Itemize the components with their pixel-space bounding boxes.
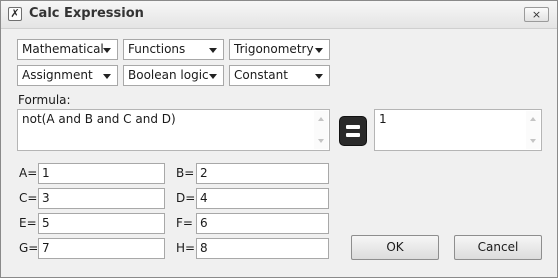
chevron-down-icon [103, 74, 111, 79]
dropdown-label: Boolean logic [128, 68, 209, 82]
assignment-dropdown[interactable]: Assignment [17, 65, 118, 86]
result-scrollbar[interactable] [526, 111, 540, 149]
result-text: 1 [379, 112, 387, 126]
chevron-down-icon [209, 48, 217, 53]
calc-expression-dialog: ✗ Calc Expression × Mathematical Functio… [0, 0, 558, 278]
result-output[interactable]: 1 [374, 109, 542, 151]
scroll-down-icon[interactable] [530, 139, 536, 143]
functions-dropdown[interactable]: Functions [123, 39, 224, 60]
scroll-up-icon[interactable] [318, 117, 324, 121]
dropdown-label: Mathematical [22, 42, 104, 56]
variable-h-label: H= [176, 241, 196, 255]
app-icon: ✗ [8, 7, 22, 21]
mathematical-dropdown[interactable]: Mathematical [17, 39, 118, 60]
close-icon: × [531, 8, 542, 21]
variable-d-label: D= [176, 191, 196, 205]
variable-a-label: A= [19, 166, 38, 180]
chevron-down-icon [315, 74, 323, 79]
scroll-down-icon[interactable] [318, 139, 324, 143]
dropdown-label: Assignment [22, 68, 93, 82]
constant-dropdown[interactable]: Constant [229, 65, 330, 86]
variable-c-label: C= [19, 191, 38, 205]
cancel-button[interactable]: Cancel [454, 235, 542, 260]
variable-f-input[interactable]: 6 [196, 213, 329, 234]
variable-d-input[interactable]: 4 [196, 188, 329, 209]
dropdown-label: Functions [128, 42, 186, 56]
formula-label: Formula: [18, 93, 71, 107]
close-button[interactable]: × [524, 7, 549, 22]
formula-scrollbar[interactable] [314, 111, 328, 149]
chevron-down-icon [103, 48, 111, 53]
evaluate-button[interactable] [339, 116, 367, 146]
ok-button[interactable]: OK [351, 235, 439, 260]
variable-f-label: F= [176, 216, 193, 230]
chevron-down-icon [209, 74, 217, 79]
chevron-down-icon [315, 48, 323, 53]
title-bar: ✗ Calc Expression × [1, 1, 557, 29]
formula-input[interactable]: not(A and B and C and D) [17, 109, 330, 151]
variable-g-input[interactable]: 7 [38, 238, 165, 259]
variable-b-label: B= [176, 166, 195, 180]
variable-g-label: G= [19, 241, 39, 255]
variable-e-label: E= [19, 216, 37, 230]
variable-a-input[interactable]: 1 [38, 163, 165, 184]
variable-h-input[interactable]: 8 [196, 238, 329, 259]
variable-e-input[interactable]: 5 [38, 213, 165, 234]
boolean-logic-dropdown[interactable]: Boolean logic [123, 65, 224, 86]
scroll-up-icon[interactable] [530, 117, 536, 121]
trigonometry-dropdown[interactable]: Trigonometry [229, 39, 330, 60]
variable-b-input[interactable]: 2 [196, 163, 329, 184]
dropdown-label: Trigonometry [234, 42, 314, 56]
variable-c-input[interactable]: 3 [38, 188, 165, 209]
dropdown-label: Constant [234, 68, 288, 82]
formula-text: not(A and B and C and D) [22, 112, 176, 126]
dialog-title: Calc Expression [29, 6, 144, 21]
